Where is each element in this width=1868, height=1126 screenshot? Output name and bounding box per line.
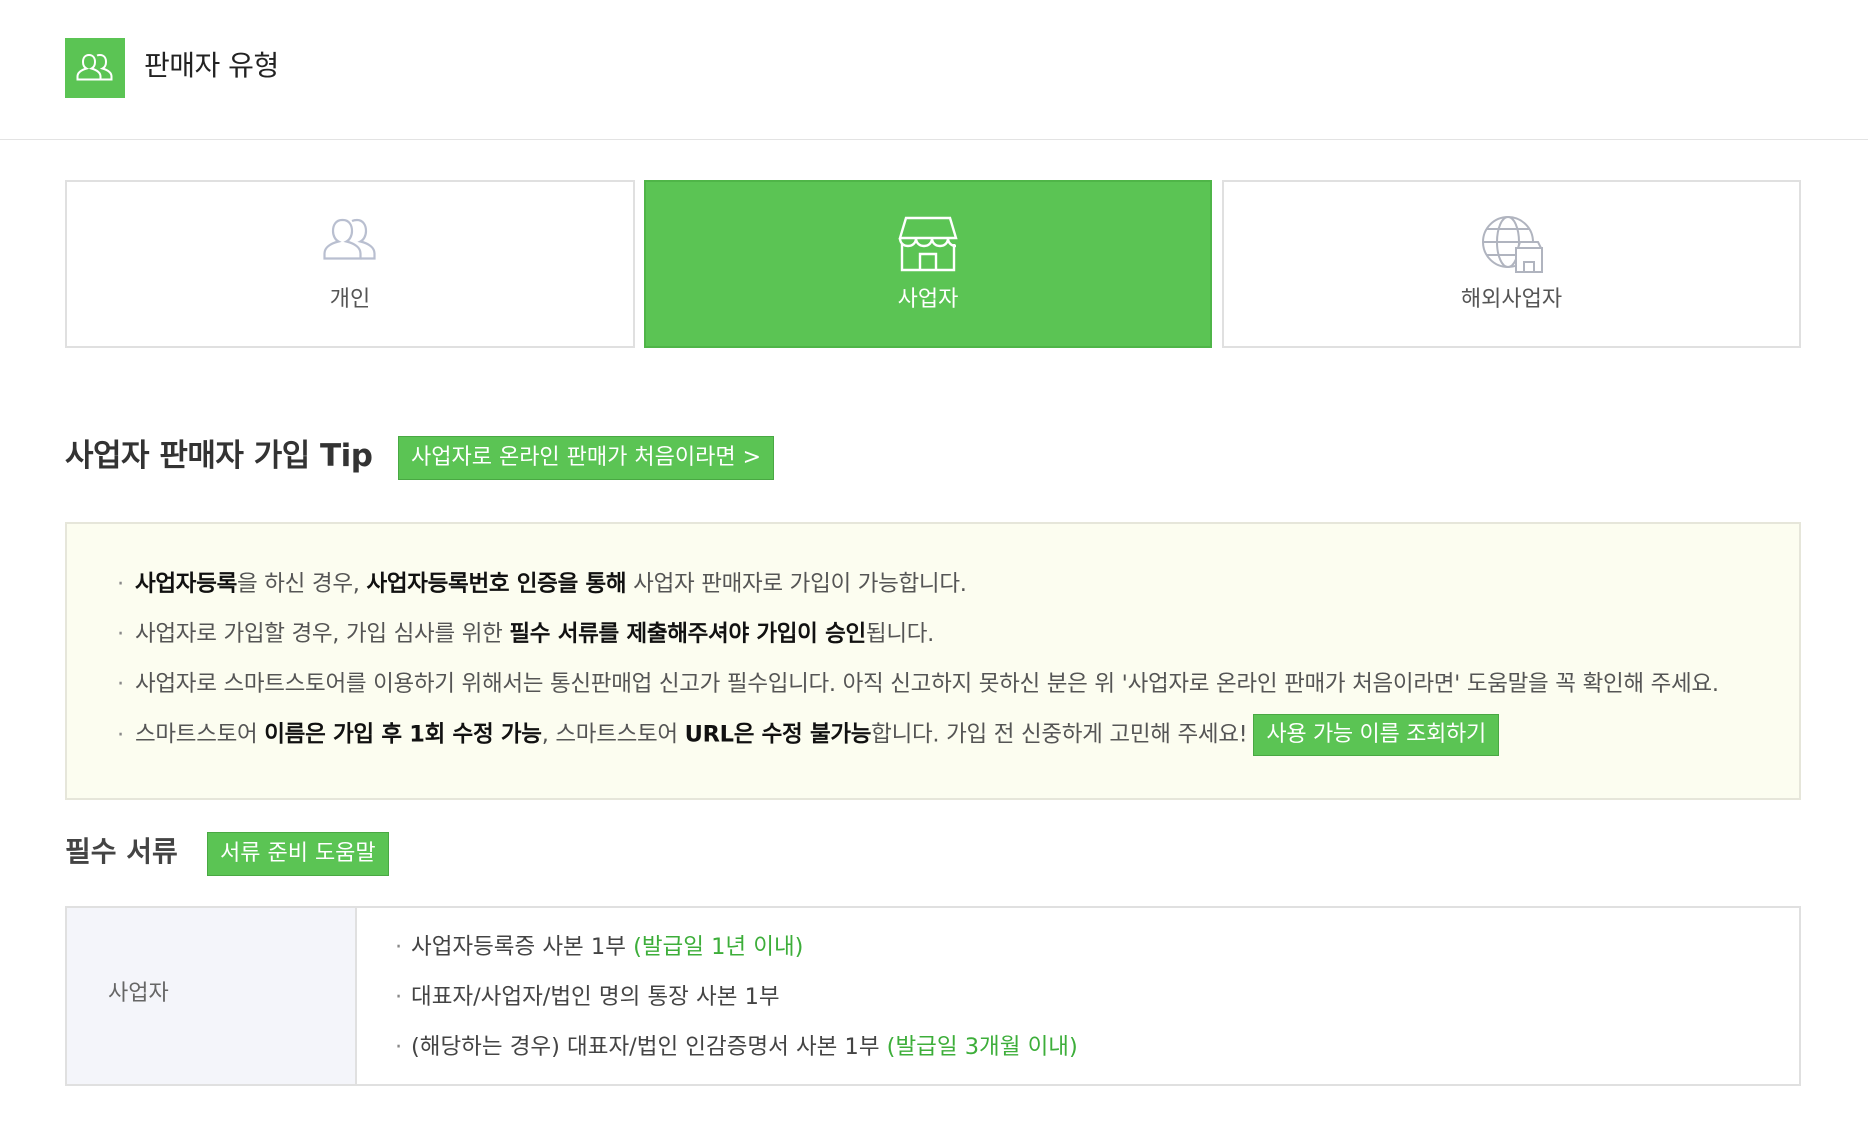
tip-line: · 스마트스토어 이름은 가입 후 1회 수정 가능, 스마트스토어 URL은 수… [117,714,1499,756]
seller-type-individual[interactable]: 개인 [65,180,635,348]
list-item: · 사업자등록증 사본 1부 (발급일 1년 이내) [395,930,803,964]
bullet: · [117,671,124,697]
required-docs-table: 사업자 · 사업자등록증 사본 1부 (발급일 1년 이내) · 대표자/사업자/법… [65,906,1801,1086]
seller-type-overseas[interactable]: 해외사업자 [1222,180,1801,348]
tip-title: 사업자 판매자 가입 Tip [65,438,373,474]
bullet: · [117,621,124,647]
check-name-availability-button[interactable]: 사용 가능 이름 조회하기 [1253,714,1499,756]
users-icon [65,38,125,98]
tip-line: · 사업자로 가입할 경우, 가입 심사를 위한 필수 서류를 제출해주셔야 가입… [117,617,934,651]
tip-line: · 사업자로 스마트스토어를 이용하기 위해서는 통신판매업 신고가 필수입니다.… [117,667,1719,701]
storefront-icon [896,212,960,276]
seller-type-label: 사업자 [897,287,959,312]
table-cell: · 사업자등록증 사본 1부 (발급일 1년 이내) · 대표자/사업자/법인 명의… [357,908,1799,1084]
tip-box: · 사업자등록을 하신 경우, 사업자등록번호 인증을 통해 사업자 판매자로 가… [65,522,1801,800]
seller-type-business[interactable]: 사업자 [644,180,1212,348]
seller-type-label: 개인 [329,287,371,312]
bullet: · [395,1034,403,1060]
list-item: · 대표자/사업자/법인 명의 통장 사본 1부 [395,980,780,1014]
bullet: · [395,934,403,960]
table-row-header: 사업자 [67,908,357,1084]
tip-line: · 사업자등록을 하신 경우, 사업자등록번호 인증을 통해 사업자 판매자로 가… [117,567,967,601]
bullet: · [117,571,124,597]
user-pair-icon [318,212,382,276]
list-item: · (해당하는 경우) 대표자/법인 인감증명서 사본 1부 (발급일 3개월 이… [395,1030,1078,1064]
docs-help-button[interactable]: 서류 준비 도움말 [207,832,389,876]
required-docs-title: 필수 서류 [65,835,178,868]
page-header: 판매자 유형 [0,0,1868,140]
page-title: 판매자 유형 [144,49,279,82]
bullet: · [117,721,124,748]
globe-store-icon [1480,212,1544,276]
bullet: · [395,984,403,1010]
online-sales-guide-button[interactable]: 사업자로 온라인 판매가 처음이라면 > [398,436,775,480]
seller-type-label: 해외사업자 [1460,287,1563,312]
